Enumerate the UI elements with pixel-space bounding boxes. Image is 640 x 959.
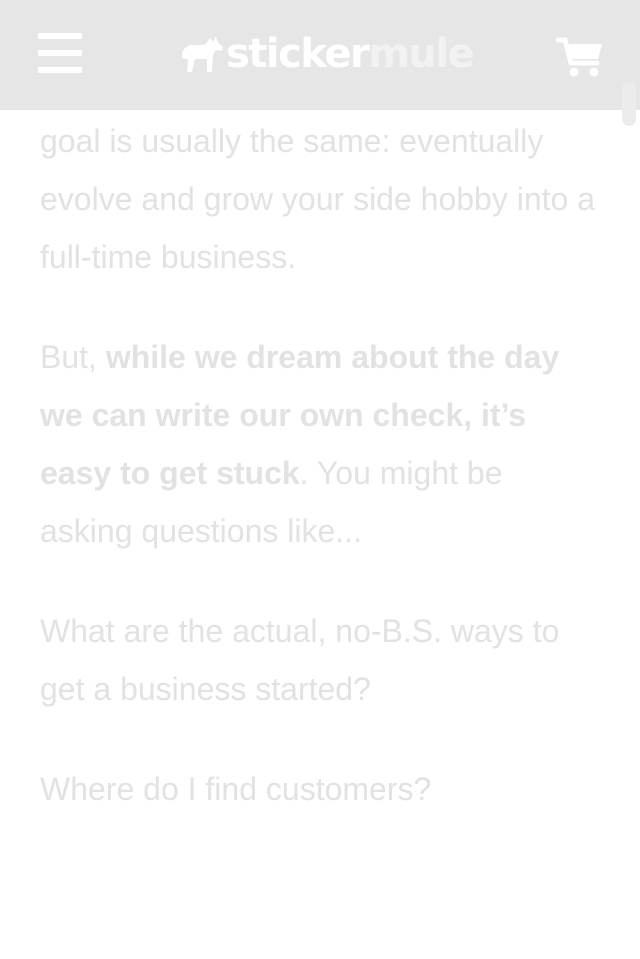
article-paragraph-emphasis: But, while we dream about the day we can… [40,339,560,549]
article-body: goal is usually the same: eventually evo… [40,112,600,860]
mule-logo-icon [182,36,223,72]
top-nav-bar: stickermule [0,0,640,110]
question-paragraph: Where do I find customers? [40,771,432,807]
logo-text-sticker: sticker [226,31,370,77]
hamburger-menu-icon[interactable] [38,33,82,73]
logo-text-mule: mule [368,31,475,77]
shopping-cart-icon[interactable] [556,36,604,78]
article-paragraph: goal is usually the same: eventually evo… [40,123,596,275]
sticker-mule-logo[interactable]: stickermule [180,26,475,82]
question-paragraph: What are the actual, no-B.S. ways to get… [40,613,560,707]
scrollbar-thumb[interactable] [622,82,636,126]
